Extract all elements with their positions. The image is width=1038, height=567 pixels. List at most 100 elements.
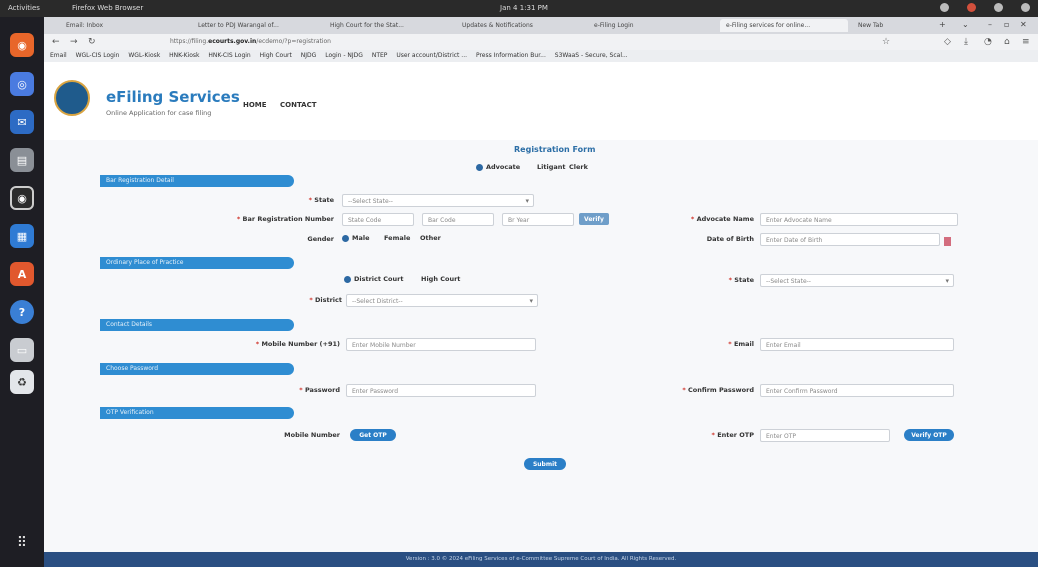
state-label-text: State [314, 196, 334, 204]
reload-icon[interactable]: ↻ [88, 37, 96, 47]
bookmark-item[interactable]: S3WaaS - Secure, Scal... [555, 52, 628, 59]
dob-input[interactable]: Enter Date of Birth [760, 233, 940, 246]
tab[interactable]: e-Filing Login [588, 19, 716, 32]
disk-icon[interactable]: ▭ [10, 338, 34, 362]
software-icon[interactable]: A [10, 262, 34, 286]
bookmark-item[interactable]: NJDG [301, 52, 317, 59]
radio-female[interactable]: Female [384, 234, 410, 242]
activities-button[interactable]: Activities [8, 4, 40, 12]
files-icon[interactable]: ▤ [10, 148, 34, 172]
pocket-icon[interactable]: ◇ [944, 37, 951, 47]
tab[interactable]: Updates & Notifications [456, 19, 584, 32]
nav-home-link[interactable]: HOME [243, 101, 267, 109]
bar-year-input[interactable]: Br Year [502, 213, 574, 226]
bookmark-item[interactable]: User account/District ... [396, 52, 467, 59]
verify-button[interactable]: Verify [579, 213, 609, 225]
submit-button[interactable]: Submit [524, 458, 566, 470]
brand-tagline: Online Application for case filing [106, 109, 212, 117]
tab-bar: Email: Inbox Letter to PDJ Warangal of..… [44, 17, 1038, 34]
confirm-password-input[interactable]: Enter Confirm Password [760, 384, 954, 397]
bookmark-item[interactable]: HNK-Kiosk [169, 52, 199, 59]
tab-list-icon[interactable]: ⌄ [962, 20, 969, 29]
bookmarks-bar: Email WGL-CIS Login WGL-Kiosk HNK-Kiosk … [44, 50, 1038, 62]
radio-litigant[interactable]: Litigant [537, 163, 565, 171]
power-icon[interactable] [1021, 3, 1030, 12]
dob-label: Date of Birth [706, 235, 754, 243]
system-tray[interactable] [940, 3, 1030, 12]
mobile-label: * Mobile Number (+91) [255, 340, 340, 348]
record-icon[interactable] [967, 3, 976, 12]
bookmark-item[interactable]: WGL-Kiosk [128, 52, 160, 59]
radio-other[interactable]: Other [420, 234, 441, 242]
calendar-icon[interactable] [944, 237, 951, 246]
download-icon[interactable]: ⤓ [964, 37, 968, 47]
url-prefix: https://filing. [170, 38, 209, 45]
tab[interactable]: New Tab [852, 19, 932, 32]
close-icon[interactable]: ✕ [1020, 20, 1027, 29]
advocate-name-label: * Advocate Name [690, 215, 754, 223]
brand-title[interactable]: eFiling Services [106, 88, 240, 106]
url-bar[interactable]: https://filing.ecourts.gov.in/ecdemo/?p=… [164, 36, 864, 48]
password-input[interactable]: Enter Password [346, 384, 536, 397]
radio-district-court[interactable]: District Court [344, 275, 403, 283]
state-code-input[interactable]: State Code [342, 213, 414, 226]
rhythmbox-icon[interactable]: ◉ [10, 186, 34, 210]
volume-icon[interactable] [994, 3, 1003, 12]
district-label-text: District [315, 296, 342, 304]
practice-state-select[interactable]: --Select State-- [760, 274, 954, 287]
new-tab-icon[interactable]: + [939, 20, 946, 29]
tab[interactable]: High Court for the Stat... [324, 19, 452, 32]
state-select[interactable]: --Select State-- [342, 194, 534, 207]
minimize-icon[interactable]: – [988, 20, 992, 29]
radio-male[interactable]: Male [342, 234, 370, 242]
extensions-icon[interactable]: ⌂ [1004, 37, 1010, 47]
district-select[interactable]: --Select District-- [346, 294, 538, 307]
bookmark-item[interactable]: NTEP [372, 52, 388, 59]
otp-input[interactable]: Enter OTP [760, 429, 890, 442]
radio-clerk[interactable]: Clerk [569, 163, 588, 171]
clock[interactable]: Jan 4 1:31 PM [500, 4, 548, 12]
bookmark-star-icon[interactable]: ☆ [882, 37, 890, 47]
get-otp-button[interactable]: Get OTP [350, 429, 396, 441]
bookmark-item[interactable]: HNK-CIS Login [208, 52, 250, 59]
radio-advocate[interactable]: Advocate [476, 163, 520, 171]
mobile-input[interactable]: Enter Mobile Number [346, 338, 536, 351]
site-header: eFiling Services Online Application for … [44, 62, 1038, 140]
password-label-text: Password [304, 386, 340, 394]
radio-label: Female [384, 234, 411, 242]
chrome-icon[interactable]: ◎ [10, 72, 34, 96]
bookmark-item[interactable]: Email [50, 52, 67, 59]
trash-icon[interactable]: ♻ [10, 370, 34, 394]
enter-otp-label: * Enter OTP [711, 431, 754, 439]
tab[interactable]: Letter to PDJ Warangal of... [192, 19, 320, 32]
bookmark-item[interactable]: Press Information Bur... [476, 52, 546, 59]
forward-icon[interactable]: → [70, 37, 78, 47]
tab[interactable]: e-Filing services for online... [720, 19, 848, 32]
network-icon[interactable] [940, 3, 949, 12]
tab[interactable]: Email: Inbox [60, 19, 188, 32]
bookmark-item[interactable]: High Court [260, 52, 292, 59]
enter-otp-label-text: Enter OTP [717, 431, 754, 439]
email-input[interactable]: Enter Email [760, 338, 954, 351]
site-footer: Version : 3.0 © 2024 eFiling Services of… [44, 552, 1038, 567]
account-icon[interactable]: ◔ [984, 37, 992, 47]
help-icon[interactable]: ? [10, 300, 34, 324]
apps-grid-icon[interactable]: ⠿ [12, 535, 32, 555]
radio-label: Other [420, 234, 441, 242]
maximize-icon[interactable]: ▫ [1004, 20, 1009, 29]
bookmark-item[interactable]: WGL-CIS Login [76, 52, 120, 59]
nav-contact-link[interactable]: CONTACT [280, 101, 317, 109]
state2-label-text: State [734, 276, 754, 284]
thunderbird-icon[interactable]: ✉ [10, 110, 34, 134]
writer-icon[interactable]: ▦ [10, 224, 34, 248]
active-app-name[interactable]: Firefox Web Browser [72, 4, 143, 12]
back-icon[interactable]: ← [52, 37, 60, 47]
advocate-name-input[interactable]: Enter Advocate Name [760, 213, 958, 226]
district-label: * District [309, 296, 342, 304]
menu-icon[interactable]: ≡ [1022, 37, 1030, 47]
verify-otp-button[interactable]: Verify OTP [904, 429, 954, 441]
bar-code-input[interactable]: Bar Code [422, 213, 494, 226]
firefox-icon[interactable]: ◉ [10, 33, 34, 57]
bookmark-item[interactable]: Login - NJDG [325, 52, 363, 59]
radio-high-court[interactable]: High Court [421, 275, 460, 283]
